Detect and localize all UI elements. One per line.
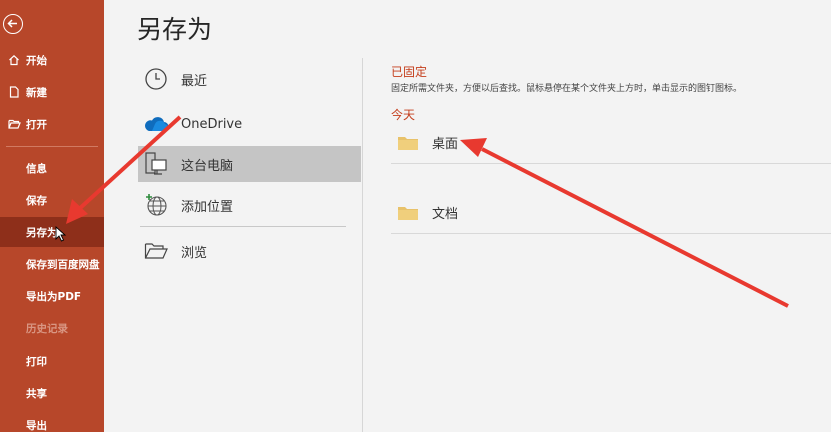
add-globe-icon <box>143 192 169 218</box>
computer-icon <box>143 151 169 177</box>
mouse-cursor-icon <box>55 226 67 242</box>
sidebar-item-label: 保存到百度网盘 <box>26 258 100 271</box>
folder-name: 桌面 <box>432 137 459 152</box>
folder-row-documents[interactable]: 文档 <box>391 192 831 234</box>
sidebar-item-label: 新建 <box>26 86 47 99</box>
sidebar-item-label: 另存为 <box>26 226 58 239</box>
sidebar-item-share[interactable]: 共享 <box>0 378 104 408</box>
folder-icon <box>398 206 418 220</box>
sidebar-item-label: 历史记录 <box>26 322 68 335</box>
location-label: OneDrive <box>181 116 243 132</box>
sidebar-item-label: 打开 <box>26 118 47 131</box>
sidebar-item-history: 历史记录 <box>0 313 104 343</box>
sidebar-item-export-pdf[interactable]: 导出为PDF <box>0 281 104 311</box>
location-onedrive[interactable]: OneDrive <box>138 106 361 142</box>
sidebar-item-print[interactable]: 打印 <box>0 346 104 376</box>
sidebar-item-label: 打印 <box>26 355 47 368</box>
folder-name: 文档 <box>432 207 459 222</box>
column-divider <box>362 58 363 432</box>
sidebar-item-label: 导出为PDF <box>26 290 82 303</box>
location-label: 这台电脑 <box>181 158 234 174</box>
sidebar-item-label: 保存 <box>26 194 47 207</box>
locations-divider <box>140 226 346 227</box>
sidebar-item-label: 信息 <box>26 162 47 175</box>
back-arrow-icon <box>7 19 17 28</box>
sidebar-item-save-as[interactable]: 另存为 <box>0 217 104 247</box>
today-section-title: 今天 <box>391 108 416 122</box>
sidebar-item-new[interactable]: 新建 <box>0 77 104 107</box>
folder-row-desktop[interactable]: 桌面 <box>391 122 831 164</box>
back-button[interactable] <box>3 14 23 34</box>
location-label: 添加位置 <box>181 199 234 215</box>
location-label: 最近 <box>181 73 208 89</box>
new-document-icon <box>7 85 21 99</box>
folder-icon <box>398 136 418 150</box>
folder-open-icon <box>7 117 21 131</box>
sidebar-divider <box>6 146 98 147</box>
sidebar-item-home[interactable]: 开始 <box>0 45 104 75</box>
sidebar-item-info[interactable]: 信息 <box>0 153 104 183</box>
home-icon <box>7 53 21 67</box>
location-browse[interactable]: 浏览 <box>138 233 361 269</box>
pinned-section-description: 固定所需文件夹，方便以后查找。鼠标悬停在某个文件夹上方时，单击显示的图钉图标。 <box>391 84 743 94</box>
sidebar-item-label: 导出 <box>26 419 47 432</box>
pinned-section-title: 已固定 <box>391 65 428 79</box>
location-this-pc[interactable]: 这台电脑 <box>138 146 361 182</box>
sidebar-item-open[interactable]: 打开 <box>0 109 104 139</box>
sidebar-item-label: 开始 <box>26 54 47 67</box>
location-label: 浏览 <box>181 245 208 261</box>
sidebar-item-save[interactable]: 保存 <box>0 185 104 215</box>
page-title: 另存为 <box>137 15 213 44</box>
sidebar-item-label: 共享 <box>26 387 47 400</box>
location-recent[interactable]: 最近 <box>138 61 361 97</box>
onedrive-cloud-icon <box>143 111 169 137</box>
sidebar-item-save-to-baidu[interactable]: 保存到百度网盘 <box>0 249 104 279</box>
location-add-place[interactable]: 添加位置 <box>138 187 361 223</box>
backstage-sidebar: 开始 新建 打开 信息 保存 另存为 保存到百度网盘 导出为PDF 历史记录 打… <box>0 0 104 432</box>
sidebar-item-export[interactable]: 导出 <box>0 410 104 432</box>
folder-browse-icon <box>143 238 169 264</box>
clock-icon <box>143 66 169 92</box>
